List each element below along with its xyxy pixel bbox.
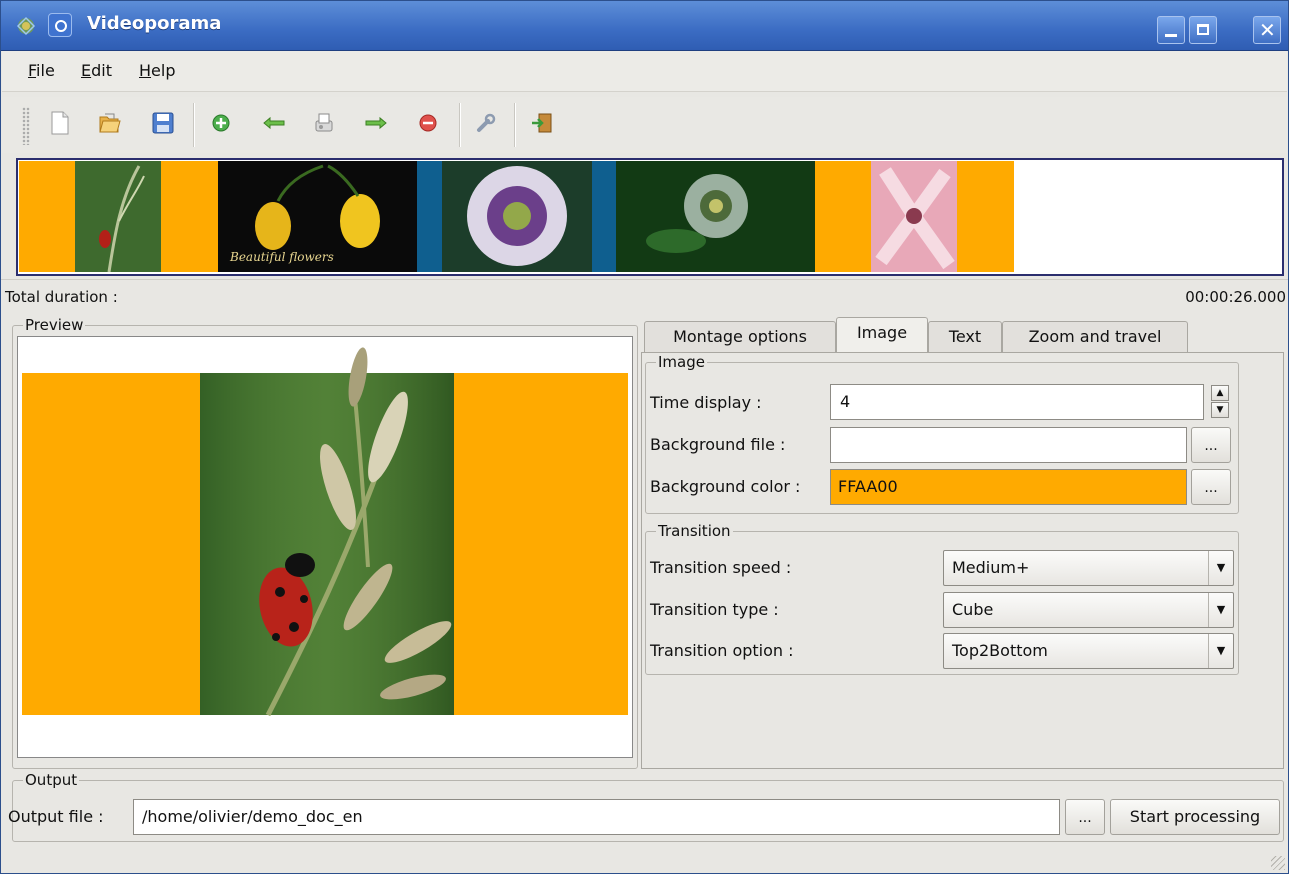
chevron-down-icon[interactable]: ▼ <box>1208 593 1233 627</box>
transition-speed-select[interactable]: Medium+ ▼ <box>943 550 1234 586</box>
background-file-browse-button[interactable]: ... <box>1191 427 1231 463</box>
image-tab-panel: Image Time display : 4 ▲ ▼ Background fi… <box>641 352 1284 769</box>
app-icon[interactable] <box>15 15 37 37</box>
remove-icon[interactable] <box>412 107 444 139</box>
thumbnail-caption: Beautiful flowers <box>229 250 334 264</box>
toolbar-grip[interactable] <box>22 107 30 145</box>
toolbar-separator <box>514 103 516 147</box>
transition-option-select[interactable]: Top2Bottom ▼ <box>943 633 1234 669</box>
transition-option-value: Top2Bottom <box>952 641 1048 660</box>
chevron-down-icon[interactable]: ▼ <box>1208 551 1233 585</box>
thumbnail-passion-flower[interactable] <box>417 161 616 272</box>
tab-montage-options[interactable]: Montage options <box>644 321 836 353</box>
printer-icon[interactable] <box>308 107 340 139</box>
thumbnail-ladybug[interactable] <box>19 161 218 273</box>
thumbnail-passion-flower-green[interactable] <box>616 161 815 272</box>
image-group-label: Image <box>656 353 707 371</box>
new-document-icon[interactable] <box>44 107 76 139</box>
image-group: Image Time display : 4 ▲ ▼ Background fi… <box>645 353 1239 514</box>
time-display-spinbox[interactable]: 4 <box>830 384 1204 420</box>
transition-speed-label: Transition speed : <box>650 558 792 577</box>
transition-speed-value: Medium+ <box>952 558 1030 577</box>
background-file-label: Background file : <box>650 435 786 454</box>
tab-text[interactable]: Text <box>928 321 1002 353</box>
time-display-label: Time display : <box>650 393 762 412</box>
close-icon: ✕ <box>1259 18 1276 42</box>
menu-edit[interactable]: Edit <box>81 61 112 80</box>
output-file-browse-button[interactable]: ... <box>1065 799 1105 835</box>
preview-group: Preview <box>12 316 638 769</box>
output-file-field[interactable]: /home/olivier/demo_doc_en <box>133 799 1060 835</box>
toolbar-separator <box>459 103 461 147</box>
window-title: Videoporama <box>87 13 222 34</box>
filmstrip-divider <box>1 279 1288 280</box>
menu-help[interactable]: Help <box>139 61 175 80</box>
transition-type-value: Cube <box>952 600 994 619</box>
preview-image <box>18 337 632 757</box>
preview-canvas <box>17 336 633 758</box>
transition-type-label: Transition type : <box>650 600 779 619</box>
spin-up-icon[interactable]: ▲ <box>1211 385 1229 401</box>
tab-zoom-and-travel[interactable]: Zoom and travel <box>1002 321 1188 353</box>
open-folder-icon[interactable] <box>94 107 126 139</box>
transition-group: Transition Transition speed : Medium+ ▼ … <box>645 522 1239 675</box>
resize-grip[interactable] <box>1271 856 1285 870</box>
move-right-arrow-icon[interactable] <box>360 107 392 139</box>
title-bar[interactable]: Videoporama ✕ <box>1 1 1288 51</box>
chevron-down-icon[interactable]: ▼ <box>1208 634 1233 668</box>
menu-file[interactable]: File <box>28 61 55 80</box>
exit-icon[interactable] <box>526 107 558 139</box>
output-group: Output Output file : /home/olivier/demo_… <box>8 771 1284 842</box>
minimize-button[interactable] <box>1157 16 1185 44</box>
output-group-label: Output <box>23 771 80 789</box>
transition-type-select[interactable]: Cube ▼ <box>943 592 1234 628</box>
background-color-label: Background color : <box>650 477 801 496</box>
background-file-field[interactable] <box>830 427 1187 463</box>
transition-group-label: Transition <box>656 522 733 540</box>
output-file-label: Output file : <box>8 807 104 826</box>
window-menu-icon[interactable] <box>48 13 72 37</box>
spin-down-icon[interactable]: ▼ <box>1211 402 1229 418</box>
thumbnail-lily[interactable] <box>815 161 1014 272</box>
close-button[interactable]: ✕ <box>1253 16 1281 44</box>
toolbar-separator <box>193 103 195 147</box>
time-display-stepper[interactable]: ▲ ▼ <box>1211 384 1231 420</box>
start-processing-button[interactable]: Start processing <box>1110 799 1280 835</box>
tab-image[interactable]: Image <box>836 317 928 353</box>
wrench-settings-icon[interactable] <box>470 107 502 139</box>
add-icon[interactable] <box>205 107 237 139</box>
total-duration-label: Total duration : <box>5 288 118 306</box>
background-color-field[interactable]: FFAA00 <box>830 469 1187 505</box>
thumbnail-yellow-flowers[interactable]: Beautiful flowers <box>218 161 417 272</box>
main-window: Videoporama ✕ File Edit Help Beautiful f… <box>0 0 1289 874</box>
toolbar <box>2 97 1287 153</box>
total-duration-value: 00:00:26.000 <box>1185 288 1286 306</box>
menu-bar: File Edit Help <box>2 51 1287 92</box>
maximize-button[interactable] <box>1189 16 1217 44</box>
move-left-arrow-icon[interactable] <box>258 107 290 139</box>
save-icon[interactable] <box>147 107 179 139</box>
image-filmstrip[interactable]: Beautiful flowers <box>16 158 1284 276</box>
transition-option-label: Transition option : <box>650 641 794 660</box>
background-color-picker-button[interactable]: ... <box>1191 469 1231 505</box>
preview-group-label: Preview <box>23 316 86 334</box>
